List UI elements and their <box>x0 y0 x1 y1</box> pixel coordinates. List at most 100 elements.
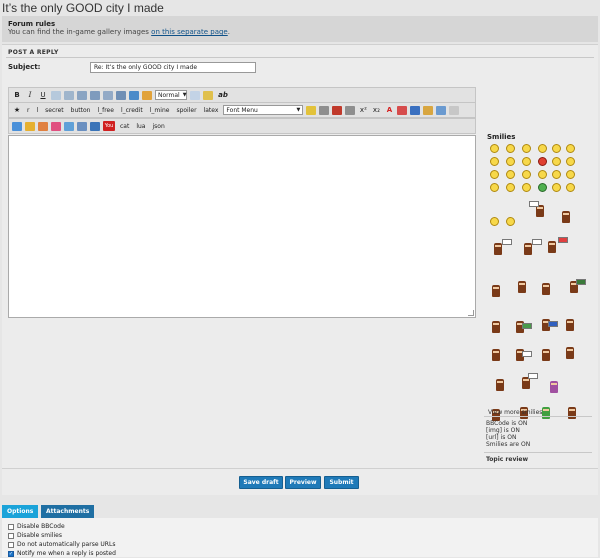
flag-icon[interactable] <box>332 105 343 115</box>
tab-options[interactable]: Options <box>2 505 38 518</box>
bear-icon[interactable] <box>550 381 558 393</box>
bold-button[interactable]: B <box>12 90 22 100</box>
align-center-icon[interactable] <box>319 105 330 115</box>
view-more-smilies-link[interactable]: View more smilies <box>488 409 542 416</box>
smiley-icon[interactable] <box>552 144 561 153</box>
button-button[interactable]: button <box>69 107 93 114</box>
upload-icon[interactable] <box>12 121 22 131</box>
table-icon[interactable] <box>64 121 74 131</box>
cat-button[interactable]: cat <box>118 123 131 130</box>
preview-button[interactable]: Preview <box>285 476 321 489</box>
l-mine-button[interactable]: l_mine <box>148 107 172 114</box>
smiley-icon[interactable] <box>506 217 515 226</box>
message-textarea[interactable] <box>8 135 476 318</box>
strikethrough-button[interactable]: ab <box>216 90 230 100</box>
smiley-icon[interactable] <box>522 157 531 166</box>
code-icon[interactable] <box>64 90 74 100</box>
smiley-icon[interactable] <box>566 144 575 153</box>
json-button[interactable]: json <box>150 123 166 130</box>
subject-input[interactable] <box>90 62 256 73</box>
glow-icon[interactable] <box>397 105 408 115</box>
highlight-icon[interactable] <box>306 105 317 115</box>
bear-icon[interactable] <box>568 407 576 419</box>
shield-icon[interactable] <box>51 121 61 131</box>
no-parse-urls-checkbox[interactable] <box>8 541 14 548</box>
superscript-button[interactable]: x² <box>358 105 368 115</box>
green-smiley-icon[interactable] <box>538 183 547 192</box>
list-icon[interactable] <box>77 90 87 100</box>
option-disable-bbcode[interactable]: Disable BBCode <box>8 522 592 531</box>
smiley-icon[interactable] <box>506 144 515 153</box>
color-icon[interactable] <box>190 90 200 100</box>
bear-icon[interactable] <box>542 349 550 361</box>
resize-handle[interactable] <box>468 310 474 316</box>
l-free-button[interactable]: l_free <box>95 107 116 114</box>
bear-icon[interactable] <box>566 347 574 359</box>
smiley-icon[interactable] <box>490 157 499 166</box>
smiley-icon[interactable] <box>490 144 499 153</box>
spoiler-button[interactable]: spoiler <box>174 107 198 114</box>
flash-icon[interactable] <box>142 90 152 100</box>
window-icon[interactable] <box>77 121 87 131</box>
quote-icon[interactable] <box>51 90 61 100</box>
option-disable-smilies[interactable]: Disable smilies <box>8 531 592 540</box>
disable-bbcode-checkbox[interactable] <box>8 523 14 530</box>
smiley-icon[interactable] <box>522 144 531 153</box>
link-icon[interactable] <box>129 90 139 100</box>
gallery-link[interactable]: on this separate page <box>151 28 228 36</box>
subscript-button[interactable]: x₂ <box>371 105 381 115</box>
image-icon[interactable] <box>116 90 126 100</box>
bear-icon[interactable] <box>492 321 500 333</box>
star-icon[interactable]: ★ <box>12 105 22 115</box>
bear-icon[interactable] <box>548 241 556 253</box>
bear-icon[interactable] <box>496 379 504 391</box>
italic-button[interactable]: I <box>25 90 35 100</box>
bear-icon[interactable] <box>492 285 500 297</box>
font-menu-select[interactable]: Font Menu ▼ <box>223 105 304 115</box>
ordered-list-icon[interactable] <box>90 90 100 100</box>
list-item-icon[interactable] <box>103 90 113 100</box>
underline-button[interactable]: U <box>38 90 48 100</box>
smiley-icon[interactable] <box>522 170 531 179</box>
smiley-icon[interactable] <box>552 170 561 179</box>
youtube-button[interactable]: You <box>103 121 115 131</box>
smiley-icon[interactable] <box>538 144 547 153</box>
bear-icon[interactable] <box>566 319 574 331</box>
smiley-icon[interactable] <box>552 157 561 166</box>
bear-icon[interactable] <box>518 281 526 293</box>
font-size-select[interactable]: Normal ▼ <box>155 90 187 100</box>
bear-icon[interactable] <box>542 283 550 295</box>
bear-icon[interactable] <box>562 211 570 223</box>
bear-icon[interactable] <box>524 243 532 255</box>
font-color-button[interactable]: A <box>384 105 394 115</box>
smiley-icon[interactable] <box>566 157 575 166</box>
smiley-icon[interactable] <box>490 170 499 179</box>
arrow-smiley-icon[interactable] <box>506 183 515 192</box>
save-draft-button[interactable]: Save draft <box>239 476 283 489</box>
mad-smiley-icon[interactable] <box>538 157 547 166</box>
bear-icon[interactable] <box>494 243 502 255</box>
topic-review-heading[interactable]: Topic review <box>486 456 528 463</box>
l-credit-button[interactable]: l_credit <box>119 107 145 114</box>
video-icon[interactable] <box>90 121 100 131</box>
smiley-icon[interactable] <box>506 157 515 166</box>
submit-button[interactable]: Submit <box>324 476 359 489</box>
secret-button[interactable]: secret <box>43 107 66 114</box>
bear-icon[interactable] <box>542 407 550 419</box>
gradient-icon[interactable] <box>436 105 447 115</box>
heart-icon[interactable] <box>38 121 48 131</box>
latex-button[interactable]: latex <box>202 107 221 114</box>
smiley-icon[interactable] <box>538 170 547 179</box>
tab-attachments[interactable]: Attachments <box>41 505 95 518</box>
marquee-icon[interactable] <box>423 105 434 115</box>
smiley-icon[interactable] <box>522 183 531 192</box>
shadow-icon[interactable] <box>410 105 421 115</box>
lua-button[interactable]: lua <box>134 123 147 130</box>
lock-icon[interactable] <box>25 121 35 131</box>
l-button[interactable]: l <box>34 107 40 114</box>
align-right-icon[interactable] <box>345 105 356 115</box>
smiley-icon[interactable] <box>506 170 515 179</box>
notify-reply-checkbox[interactable]: ✓ <box>8 550 14 557</box>
smiley-icon[interactable] <box>566 170 575 179</box>
r-button[interactable]: r <box>25 107 31 114</box>
